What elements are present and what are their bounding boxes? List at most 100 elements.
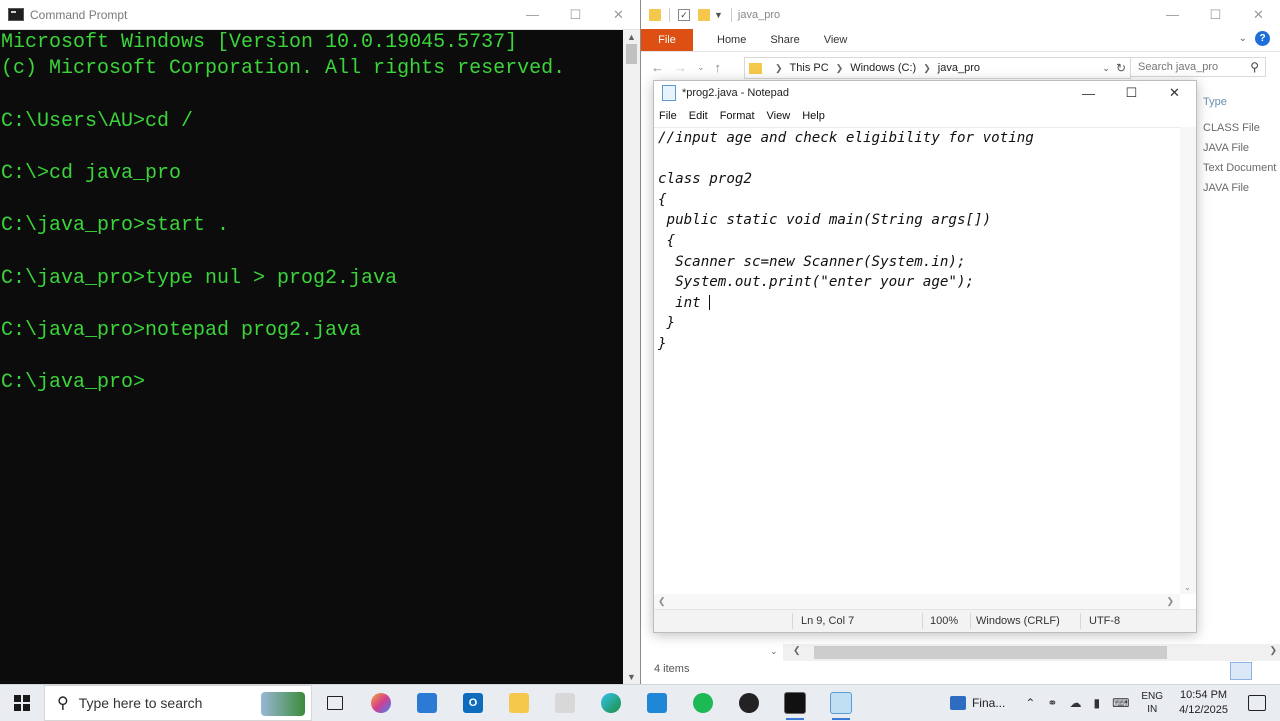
battery-icon[interactable]: ▮ [1093, 696, 1100, 710]
menu-view[interactable]: View [767, 110, 791, 122]
text-caret [709, 295, 711, 311]
scrollbar-thumb[interactable] [814, 646, 1167, 659]
cmd-window-title: Command Prompt [30, 7, 128, 22]
scroll-right-icon[interactable]: ❯ [1269, 645, 1277, 656]
tab-view[interactable]: View [824, 34, 848, 46]
column-header-type[interactable]: Type [1203, 92, 1276, 112]
notepad-text-area[interactable]: //input age and check eligibility for vo… [654, 127, 1180, 595]
notepad-window-title: *prog2.java - Notepad [682, 87, 790, 99]
language-code: ENG [1141, 691, 1164, 702]
text-encoding: UTF-8 [1089, 615, 1121, 627]
taskbar-search-box[interactable]: ⚲ Type here to search [44, 685, 312, 721]
cmd-minimize-button[interactable]: — [511, 0, 554, 29]
scroll-up-icon[interactable]: ▲ [627, 32, 636, 42]
chevron-right-icon: ❯ [835, 62, 844, 73]
paint-button[interactable] [542, 685, 588, 721]
tab-home[interactable]: Home [717, 34, 746, 46]
properties-icon[interactable]: ✓ [678, 8, 690, 21]
explorer-titlebar[interactable]: ✓ ▼ java_pro — ☐ ✕ [641, 0, 1280, 29]
notepad-horizontal-scrollbar[interactable]: ❮ ❯ [654, 594, 1180, 610]
notification-center-icon[interactable] [1248, 695, 1266, 711]
notepad-close-button[interactable]: ✕ [1153, 81, 1196, 105]
scroll-right-icon[interactable]: ❯ [1166, 596, 1174, 607]
breadcrumb-java-pro[interactable]: java_pro [938, 62, 980, 74]
address-dropdown-icon[interactable]: ⌄ [1102, 63, 1110, 74]
code-line-text: int [658, 294, 710, 311]
code-line: } [658, 335, 667, 352]
menu-edit[interactable]: Edit [689, 110, 708, 122]
network-icon[interactable]: ⚭ [1047, 696, 1057, 710]
notepad-minimize-button[interactable]: — [1067, 81, 1110, 105]
outlook-button[interactable]: O [450, 685, 496, 721]
keyboard-icon[interactable]: ⌨ [1112, 696, 1129, 710]
close-icon: ✕ [613, 6, 624, 22]
cmd-vertical-scrollbar[interactable]: ▲ ▼ [623, 30, 640, 684]
code-line-current: int [654, 293, 1180, 314]
cmd-maximize-button[interactable]: ☐ [554, 0, 597, 29]
obs-button[interactable] [726, 685, 772, 721]
explorer-maximize-button[interactable]: ☐ [1194, 0, 1237, 29]
edge-button[interactable] [588, 685, 634, 721]
explorer-minimize-button[interactable]: — [1151, 0, 1194, 29]
scroll-left-icon[interactable]: ❮ [793, 645, 801, 656]
notepad-taskbar-button[interactable] [818, 685, 864, 721]
help-icon[interactable]: ? [1255, 31, 1270, 46]
breadcrumb-this-pc[interactable]: This PC [790, 62, 829, 74]
minimize-icon: — [1082, 85, 1095, 101]
start-button[interactable] [0, 685, 44, 721]
clock[interactable]: 10:54 PM 4/12/2025 [1179, 688, 1228, 718]
large-icons-view-icon[interactable] [1260, 662, 1276, 678]
cmd-titlebar[interactable]: Command Prompt — ☐ ✕ [0, 0, 640, 30]
back-arrow-icon[interactable]: ← [651, 60, 664, 75]
command-prompt-window[interactable]: Command Prompt — ☐ ✕ Microsoft Windows [… [0, 0, 641, 684]
command-prompt-taskbar-button[interactable] [772, 685, 818, 721]
copilot-button[interactable] [358, 685, 404, 721]
scrollbar-thumb[interactable] [626, 44, 637, 64]
folder-icon [749, 62, 762, 74]
tab-share[interactable]: Share [770, 34, 799, 46]
address-bar[interactable]: ❯ This PC ❯ Windows (C:) ❯ java_pro ⌄ ↻ [744, 57, 1131, 79]
notepad-titlebar[interactable]: *prog2.java - Notepad — ☐ ✕ [654, 81, 1196, 105]
menu-help[interactable]: Help [802, 110, 825, 122]
file-explorer-button[interactable] [496, 685, 542, 721]
language-indicator[interactable]: ENG IN [1141, 690, 1163, 716]
spotify-button[interactable] [680, 685, 726, 721]
forward-arrow-icon[interactable]: → [674, 60, 687, 75]
menu-format[interactable]: Format [720, 110, 755, 122]
zoom-level: 100% [930, 615, 959, 627]
widgets-button[interactable]: Fina... [949, 696, 1005, 710]
onedrive-icon[interactable]: ☁ [1069, 696, 1081, 710]
console-line: Microsoft Windows [Version 10.0.19045.57… [1, 31, 518, 54]
cmd-close-button[interactable]: ✕ [597, 0, 640, 29]
scroll-down-icon[interactable]: ⌄ [1184, 583, 1191, 592]
refresh-icon[interactable]: ↻ [1116, 61, 1126, 75]
notepad-window[interactable]: *prog2.java - Notepad — ☐ ✕ File Edit Fo… [653, 80, 1197, 633]
notepad-maximize-button[interactable]: ☐ [1110, 81, 1153, 105]
scroll-left-icon[interactable]: ❮ [658, 596, 666, 607]
scroll-down-icon[interactable]: ▼ [627, 672, 636, 682]
task-view-button[interactable] [312, 685, 358, 721]
explorer-close-button[interactable]: ✕ [1237, 0, 1280, 29]
chevron-up-icon[interactable]: ⌃ [1025, 696, 1035, 710]
chevron-right-icon: ❯ [775, 62, 783, 73]
up-arrow-icon[interactable]: ↑ [715, 60, 722, 75]
quick-access-dropdown-icon[interactable]: ▼ [714, 10, 723, 20]
notepad-vertical-scrollbar[interactable]: ⌄ [1180, 127, 1196, 594]
search-highlight-image [261, 692, 305, 716]
scroll-down-icon[interactable]: ⌄ [770, 646, 778, 657]
explorer-search-input[interactable]: Search java_pro ⚲ [1130, 57, 1266, 77]
new-folder-icon[interactable] [698, 8, 710, 21]
recent-locations-icon[interactable]: ⌄ [697, 62, 705, 73]
expand-ribbon-icon[interactable]: ⌄ [1239, 33, 1247, 44]
divider [970, 613, 971, 629]
menu-file[interactable]: File [659, 110, 677, 122]
search-placeholder: Search java_pro [1138, 61, 1219, 73]
explorer-horizontal-scrollbar[interactable]: ⌄ ❮ ❯ [770, 644, 1280, 661]
breadcrumb-windows-c[interactable]: Windows (C:) [850, 62, 916, 74]
tab-file[interactable]: File [641, 29, 693, 51]
store-button[interactable] [404, 685, 450, 721]
vscode-button[interactable] [634, 685, 680, 721]
details-view-icon[interactable] [1230, 662, 1252, 680]
cmd-console-output[interactable]: Microsoft Windows [Version 10.0.19045.57… [0, 30, 622, 684]
